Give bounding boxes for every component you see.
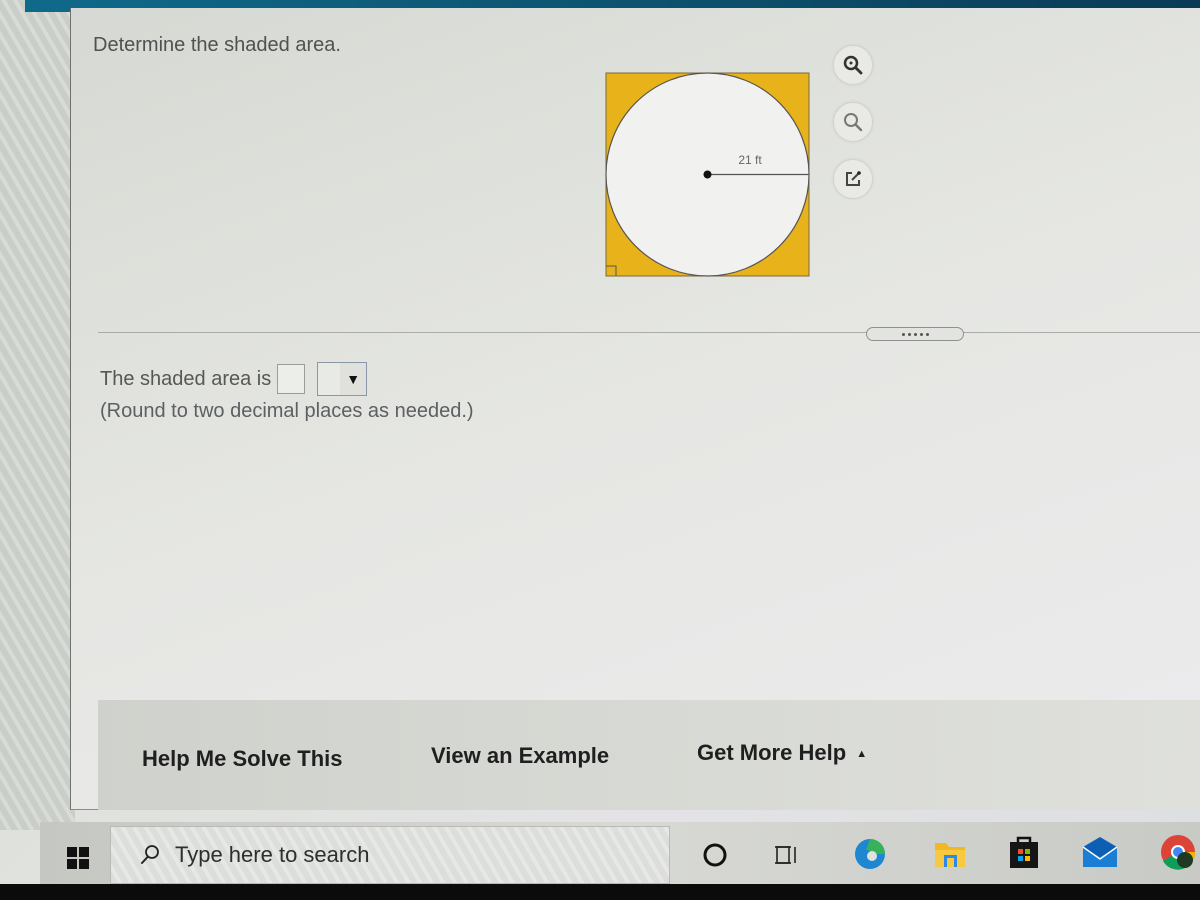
zoom-in-icon (843, 55, 863, 75)
task-view-button[interactable] (768, 837, 804, 873)
get-more-help-button[interactable]: Get More Help ▲ (697, 740, 867, 766)
section-divider (98, 332, 1200, 333)
task-view-icon (775, 846, 796, 864)
taskbar-search[interactable]: Type here to search (110, 826, 670, 884)
chrome-button[interactable] (1156, 830, 1200, 874)
cortana-button[interactable] (697, 837, 733, 873)
file-explorer-button[interactable] (930, 834, 970, 874)
store-icon (1010, 836, 1038, 868)
pop-out-icon (846, 171, 861, 186)
cortana-icon (703, 843, 727, 867)
help-me-solve-button[interactable]: Help Me Solve This (142, 746, 343, 772)
zoom-out-icon (844, 113, 863, 132)
start-button[interactable] (60, 840, 96, 876)
search-icon (141, 845, 159, 864)
rounding-hint: (Round to two decimal places as needed.) (100, 400, 474, 422)
store-button[interactable] (1004, 830, 1044, 874)
edge-icon (855, 839, 885, 869)
center-point (703, 170, 712, 179)
dropdown-arrow-icon: ▼ (340, 363, 367, 395)
folder-icon (935, 843, 965, 867)
expand-handle[interactable] (866, 327, 964, 341)
get-more-help-label: Get More Help (697, 740, 847, 765)
figure-circle-in-square: 21 ft (605, 72, 810, 277)
unit-dropdown[interactable]: ▼ (317, 362, 368, 396)
zoom-out-button[interactable] (833, 102, 873, 142)
answer-input[interactable] (277, 364, 306, 394)
radius-label: 21 ft (738, 153, 762, 167)
view-example-button[interactable]: View an Example (431, 743, 609, 769)
windows-logo-icon (67, 847, 89, 869)
caret-up-icon: ▲ (856, 748, 868, 761)
pop-out-button[interactable] (833, 159, 873, 199)
background-window-edge (0, 0, 75, 830)
edge-button[interactable] (848, 832, 892, 876)
mail-button[interactable] (1078, 832, 1122, 872)
zoom-in-button[interactable] (833, 45, 873, 85)
figure-tools (833, 45, 877, 216)
question-prompt: Determine the shaded area. (93, 34, 341, 56)
answer-prefix: The shaded area is (100, 367, 272, 390)
search-placeholder: Type here to search (175, 842, 370, 867)
chrome-icon (1161, 835, 1196, 870)
mail-icon (1082, 837, 1118, 867)
answer-row: The shaded area is ▼ (100, 362, 368, 396)
